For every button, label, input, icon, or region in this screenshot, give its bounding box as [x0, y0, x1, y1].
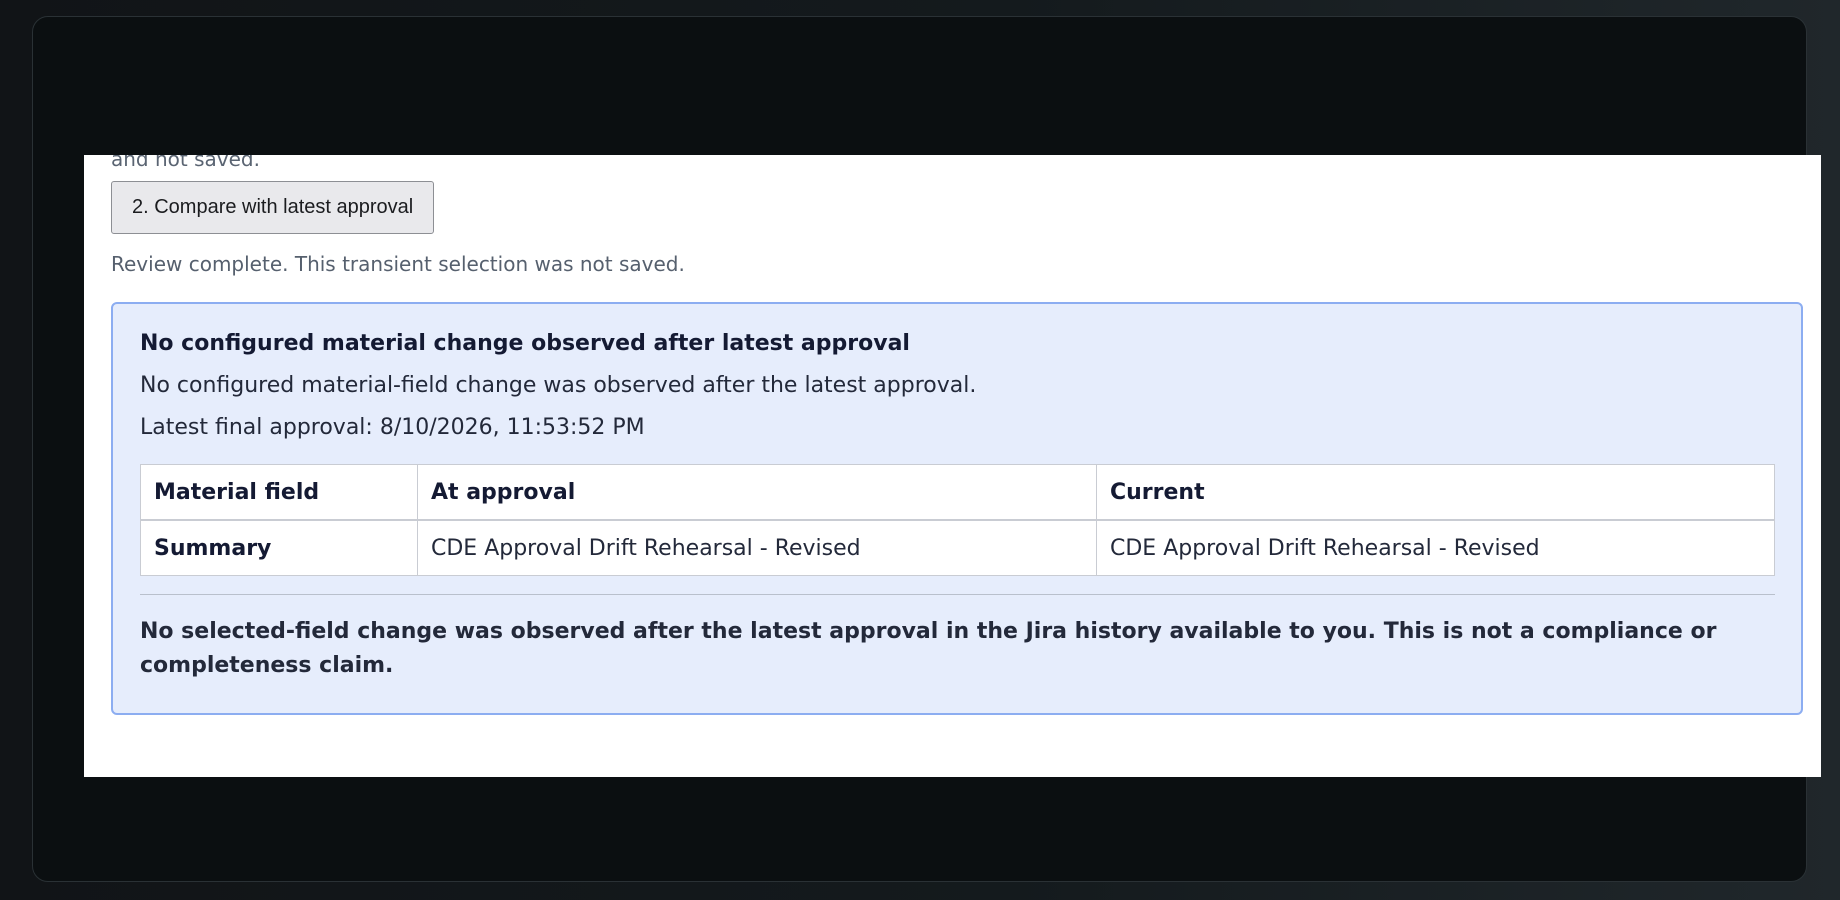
- app-window-frame: and not saved. 2. Compare with latest ap…: [32, 16, 1821, 882]
- column-header-material-field: Material field: [140, 464, 418, 521]
- result-title: No configured material change observed a…: [140, 331, 910, 356]
- content-panel: and not saved. 2. Compare with latest ap…: [84, 155, 1821, 777]
- review-status-text: Review complete. This transient selectio…: [111, 252, 685, 276]
- table-header-row: Material field At approval Current: [140, 464, 1775, 521]
- latest-approval-text: Latest final approval: 8/10/2026, 11:53:…: [140, 415, 645, 440]
- column-header-at-approval: At approval: [417, 464, 1097, 521]
- at-approval-cell: CDE Approval Drift Rehearsal - Revised: [417, 519, 1097, 576]
- field-name-cell: Summary: [140, 519, 418, 576]
- previous-status-text: and not saved.: [111, 155, 260, 171]
- current-value-cell: CDE Approval Drift Rehearsal - Revised: [1096, 519, 1775, 576]
- divider: [140, 594, 1775, 595]
- column-header-current: Current: [1096, 464, 1775, 521]
- comparison-result-box: No configured material change observed a…: [111, 302, 1803, 715]
- panel-content: and not saved. 2. Compare with latest ap…: [111, 155, 1803, 715]
- compare-with-latest-approval-button[interactable]: 2. Compare with latest approval: [111, 181, 435, 234]
- table-row: Summary CDE Approval Drift Rehearsal - R…: [140, 519, 1775, 576]
- disclaimer-text: No selected-field change was observed af…: [140, 619, 1717, 678]
- material-fields-table: Material field At approval Current Summa…: [140, 464, 1775, 576]
- result-description: No configured material-field change was …: [140, 373, 977, 398]
